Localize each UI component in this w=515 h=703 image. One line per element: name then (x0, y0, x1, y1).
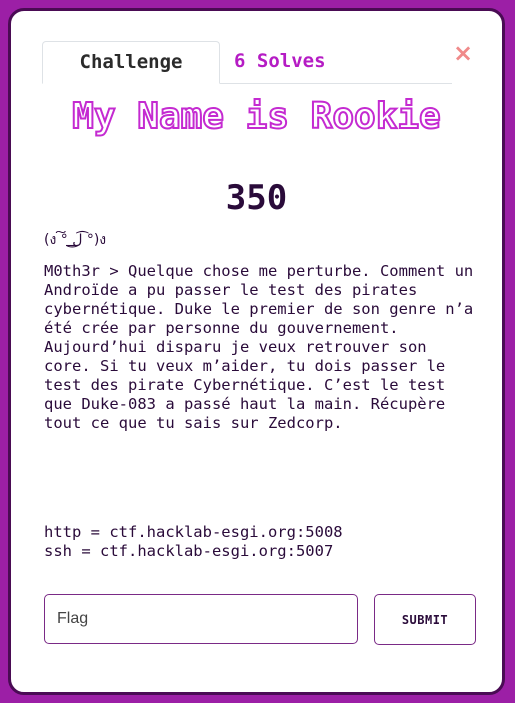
close-icon[interactable]: × (451, 41, 475, 65)
connection-info: http = ctf.hacklab-esgi.org:5008 ssh = c… (44, 523, 474, 561)
connection-ssh: ssh = ctf.hacklab-esgi.org:5007 (44, 542, 334, 560)
tab-bar: Challenge 6 Solves (42, 41, 452, 84)
kaomoji-text: (ง ͠° ͟ل͜ ͡°)ง (44, 232, 107, 248)
challenge-value: 350 (225, 178, 288, 218)
tab-solves[interactable]: 6 Solves (234, 41, 326, 82)
flag-input[interactable] (44, 594, 358, 644)
submit-button[interactable]: SUBMIT (374, 594, 476, 645)
challenge-name: My Name is Rookie (71, 96, 441, 137)
challenge-description: M0th3r > Quelque chose me perturbe. Comm… (44, 262, 474, 432)
challenge-modal: × Challenge 6 Solves My Name is Rookie 3… (8, 8, 505, 695)
tab-challenge[interactable]: Challenge (42, 41, 220, 84)
connection-http: http = ctf.hacklab-esgi.org:5008 (44, 523, 343, 541)
